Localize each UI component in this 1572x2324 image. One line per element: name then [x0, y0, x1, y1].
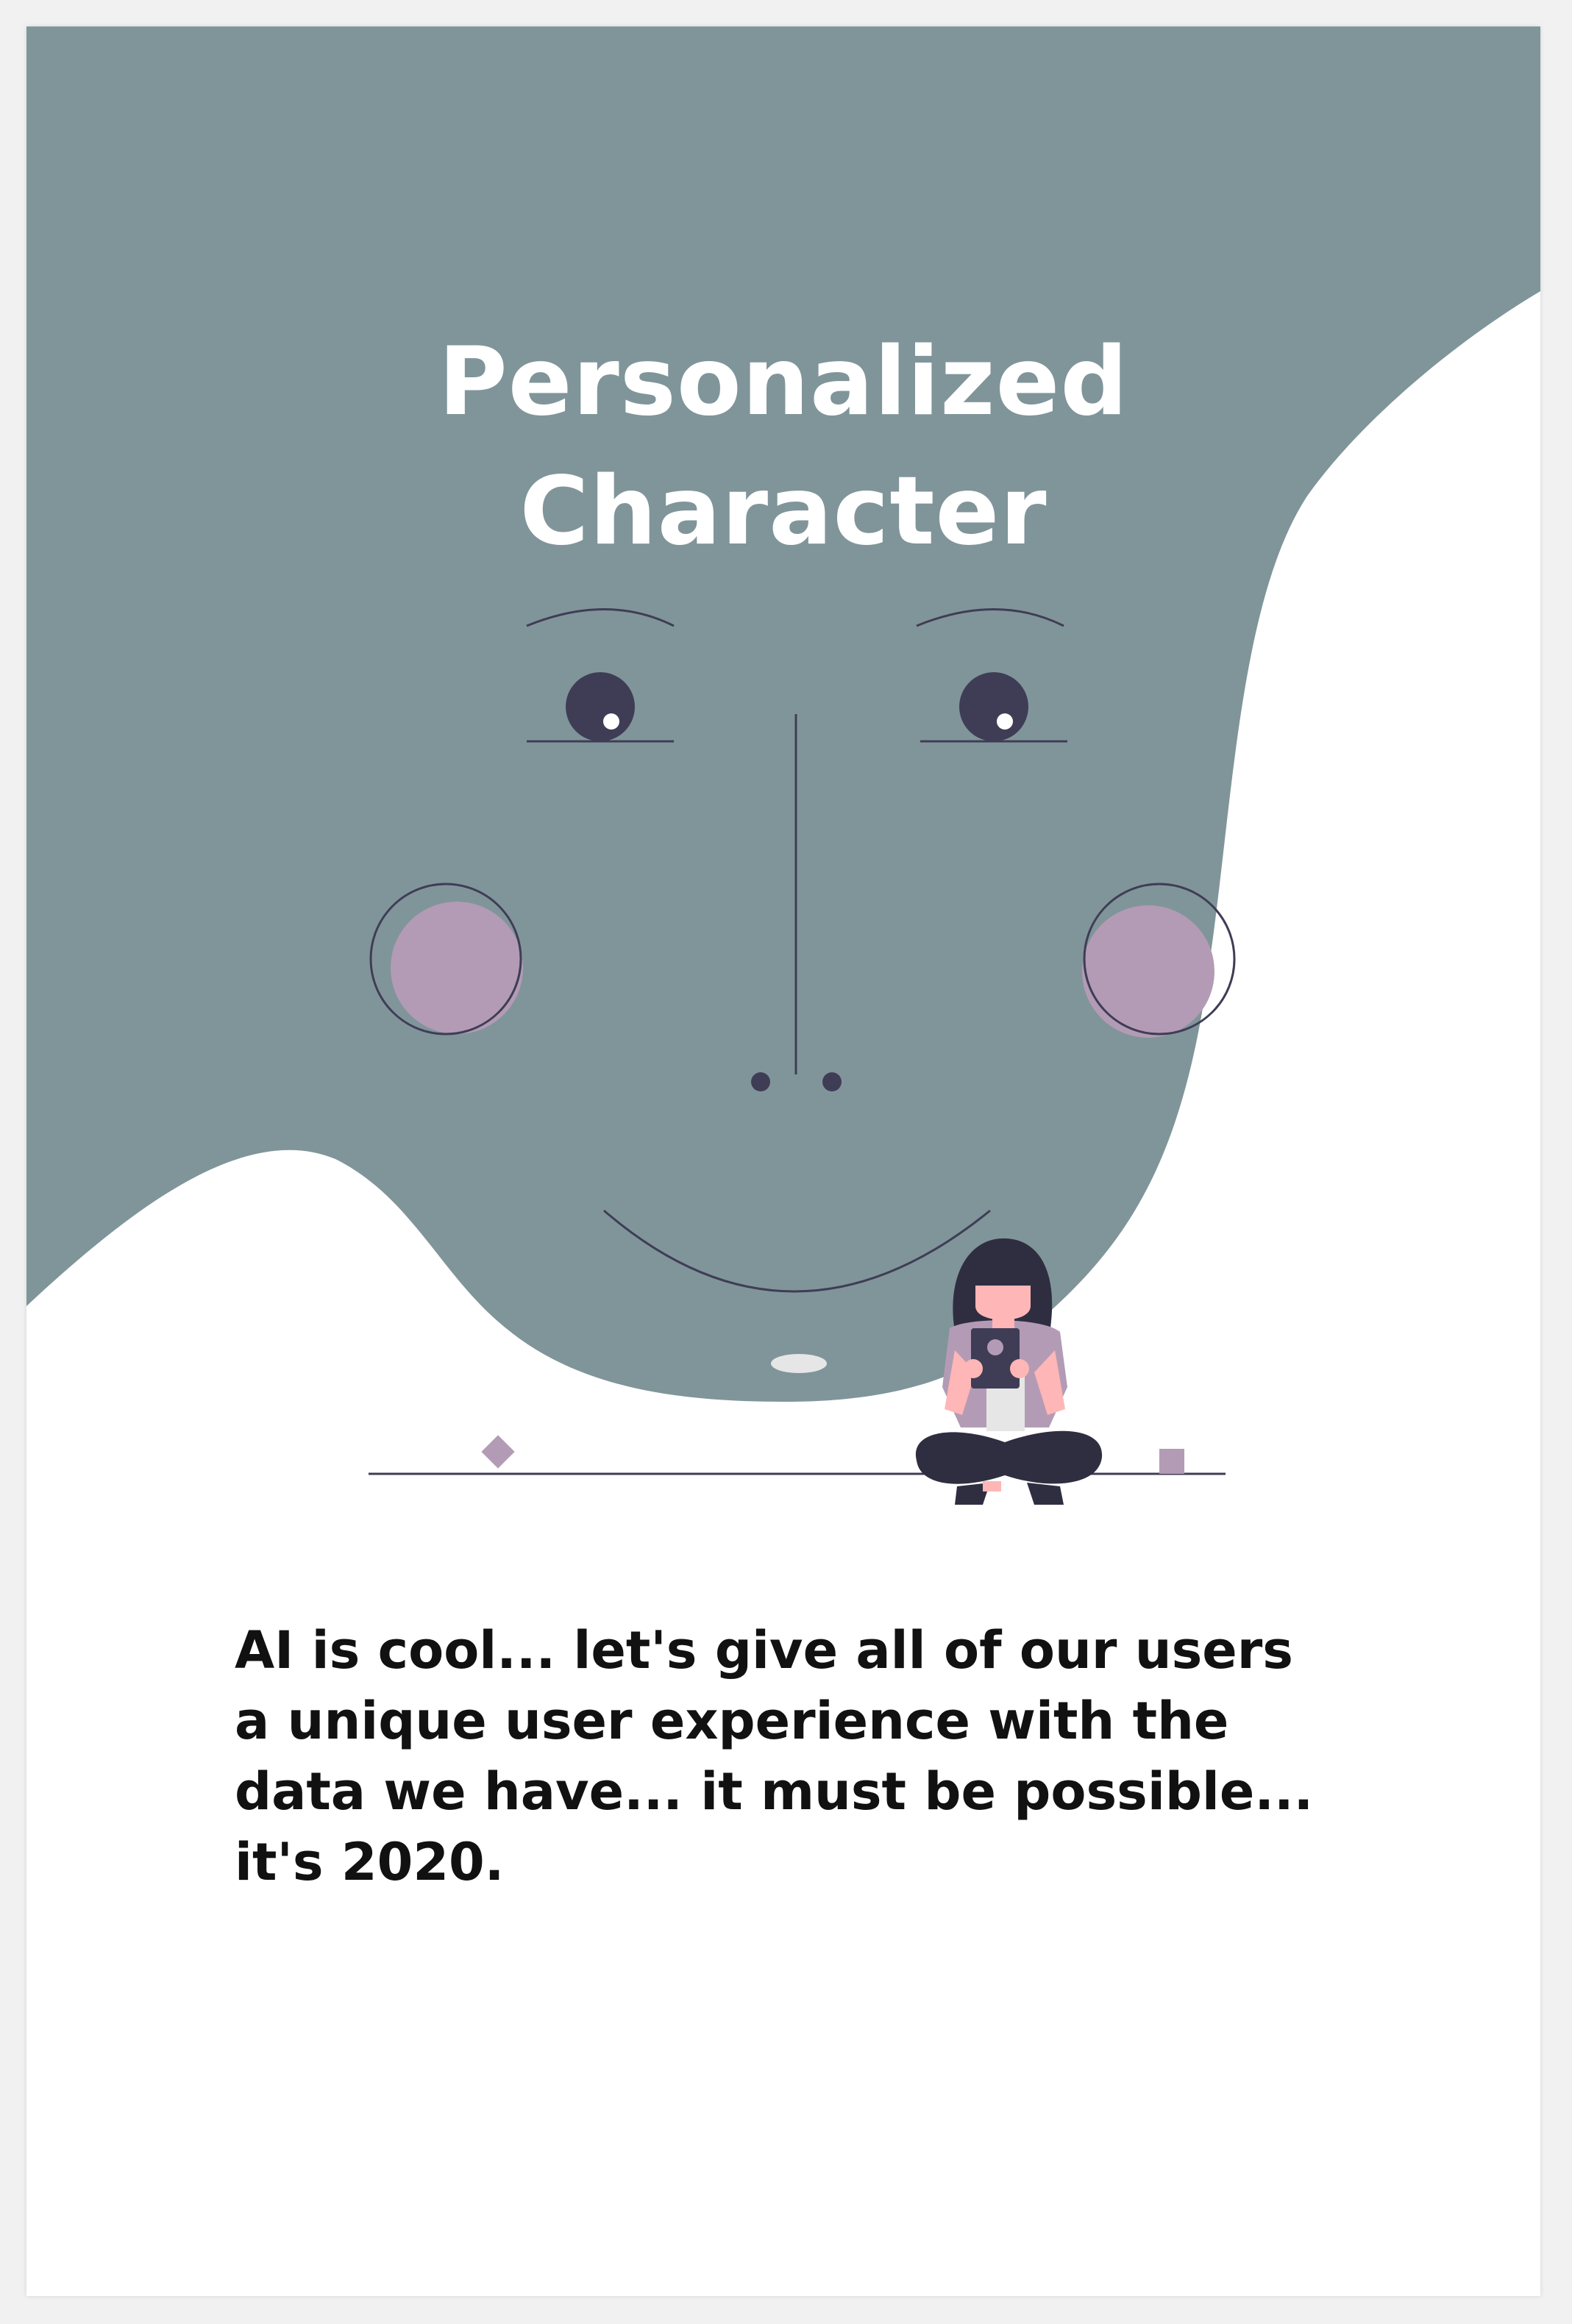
- right-cheek-fill: [1082, 905, 1214, 1038]
- page-title: Personalized Character: [26, 318, 1540, 577]
- page-title-line-2: Character: [519, 456, 1048, 566]
- right-eye-highlight: [997, 713, 1013, 730]
- description-text: AI is cool... let's give all of our user…: [235, 1620, 1314, 1892]
- page-title-line-1: Personalized: [438, 327, 1129, 437]
- left-cheek-fill: [391, 902, 523, 1034]
- left-eye: [566, 672, 635, 741]
- left-nostril: [751, 1072, 770, 1091]
- chin-highlight: [771, 1354, 827, 1373]
- right-eye: [959, 672, 1028, 741]
- story-card: Personalized Character AI is cool... let…: [26, 26, 1540, 2296]
- background-blob: [26, 26, 1540, 1402]
- left-eye-highlight: [603, 713, 619, 730]
- right-nostril: [822, 1072, 842, 1091]
- square-shape-icon: [1159, 1449, 1184, 1474]
- diamond-shape-icon: [481, 1435, 515, 1469]
